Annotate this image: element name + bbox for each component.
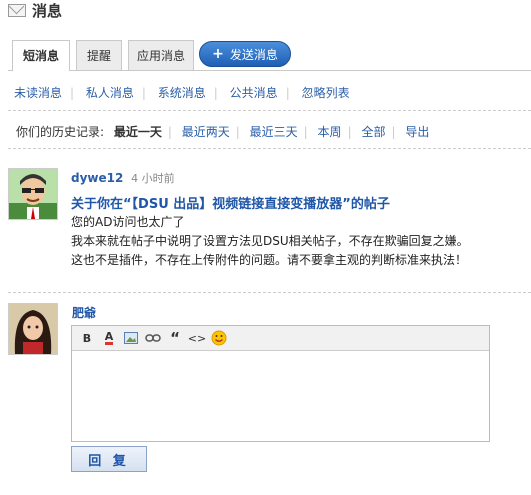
message-line: 这也不是插件，不存在上传附件的问题。请不要拿主观的判断标准来执法！: [71, 253, 468, 267]
font-color-icon[interactable]: A: [98, 329, 120, 347]
divider: [8, 292, 531, 293]
message-filter-bar: 未读消息 | 私人消息 | 系统消息 | 公共消息 | 忽略列表: [14, 86, 350, 100]
history-this-week[interactable]: 本周: [318, 125, 342, 139]
reply-button[interactable]: 回 复: [71, 446, 147, 472]
send-message-label: 发送消息: [229, 47, 278, 62]
tab-reminders[interactable]: 提醒: [76, 40, 122, 70]
reply-textarea[interactable]: [72, 351, 489, 439]
message-subject[interactable]: 关于你在“【DSU 出品】视频链接直接变播放器”的帖子: [71, 193, 390, 212]
tab-app-messages[interactable]: 应用消息: [128, 40, 194, 70]
filter-private[interactable]: 私人消息: [86, 86, 134, 100]
reply-username: 肥爺: [72, 306, 97, 320]
message-line: 我本来就在帖子中说明了设置方法见DSU相关帖子，不存在欺骗回复之嫌。: [71, 234, 469, 248]
history-last-three-days[interactable]: 最近三天: [250, 125, 298, 139]
filter-public[interactable]: 公共消息: [230, 86, 278, 100]
history-last-day[interactable]: 最近一天: [114, 125, 162, 139]
quote-icon[interactable]: “: [164, 329, 186, 347]
link-icon[interactable]: [142, 329, 164, 347]
editor-toolbar: B A “ <>: [72, 326, 489, 351]
history-all[interactable]: 全部: [361, 125, 385, 139]
message-header: dywe12 4 小时前: [71, 170, 175, 186]
filter-system[interactable]: 系统消息: [158, 86, 206, 100]
filter-unread[interactable]: 未读消息: [14, 86, 62, 100]
message-time: 4 小时前: [131, 172, 175, 185]
plus-icon: +: [212, 46, 224, 62]
history-export[interactable]: 导出: [405, 125, 429, 139]
filter-ignore-list[interactable]: 忽略列表: [302, 86, 350, 100]
divider: [8, 110, 531, 111]
tab-short-messages[interactable]: 短消息: [12, 40, 70, 71]
history-last-two-days[interactable]: 最近两天: [182, 125, 230, 139]
reply-editor: B A “ <>: [71, 325, 490, 442]
image-icon[interactable]: [120, 329, 142, 347]
message-tabs: 短消息 提醒 应用消息 + 发送消息: [8, 40, 531, 71]
code-icon[interactable]: <>: [186, 329, 208, 347]
message-body: 您的AD访问也太广了 我本来就在帖子中说明了设置方法见DSU相关帖子，不存在欺骗…: [71, 213, 531, 270]
message-author[interactable]: dywe12: [71, 171, 123, 185]
smiley-icon[interactable]: [208, 329, 230, 347]
avatar[interactable]: [8, 168, 58, 220]
divider: [8, 148, 531, 149]
page-title: 消息: [32, 1, 63, 20]
history-range-bar: 你们的历史记录: 最近一天 | 最近两天 | 最近三天 | 本周 | 全部 | 导出: [16, 125, 430, 139]
history-label: 你们的历史记录:: [16, 125, 105, 139]
send-message-button[interactable]: + 发送消息: [199, 41, 291, 67]
message-line: 您的AD访问也太广了: [71, 215, 185, 229]
envelope-icon: [8, 3, 26, 17]
page-header: 消息: [8, 0, 62, 20]
avatar[interactable]: [8, 303, 58, 355]
bold-icon[interactable]: B: [76, 329, 98, 347]
